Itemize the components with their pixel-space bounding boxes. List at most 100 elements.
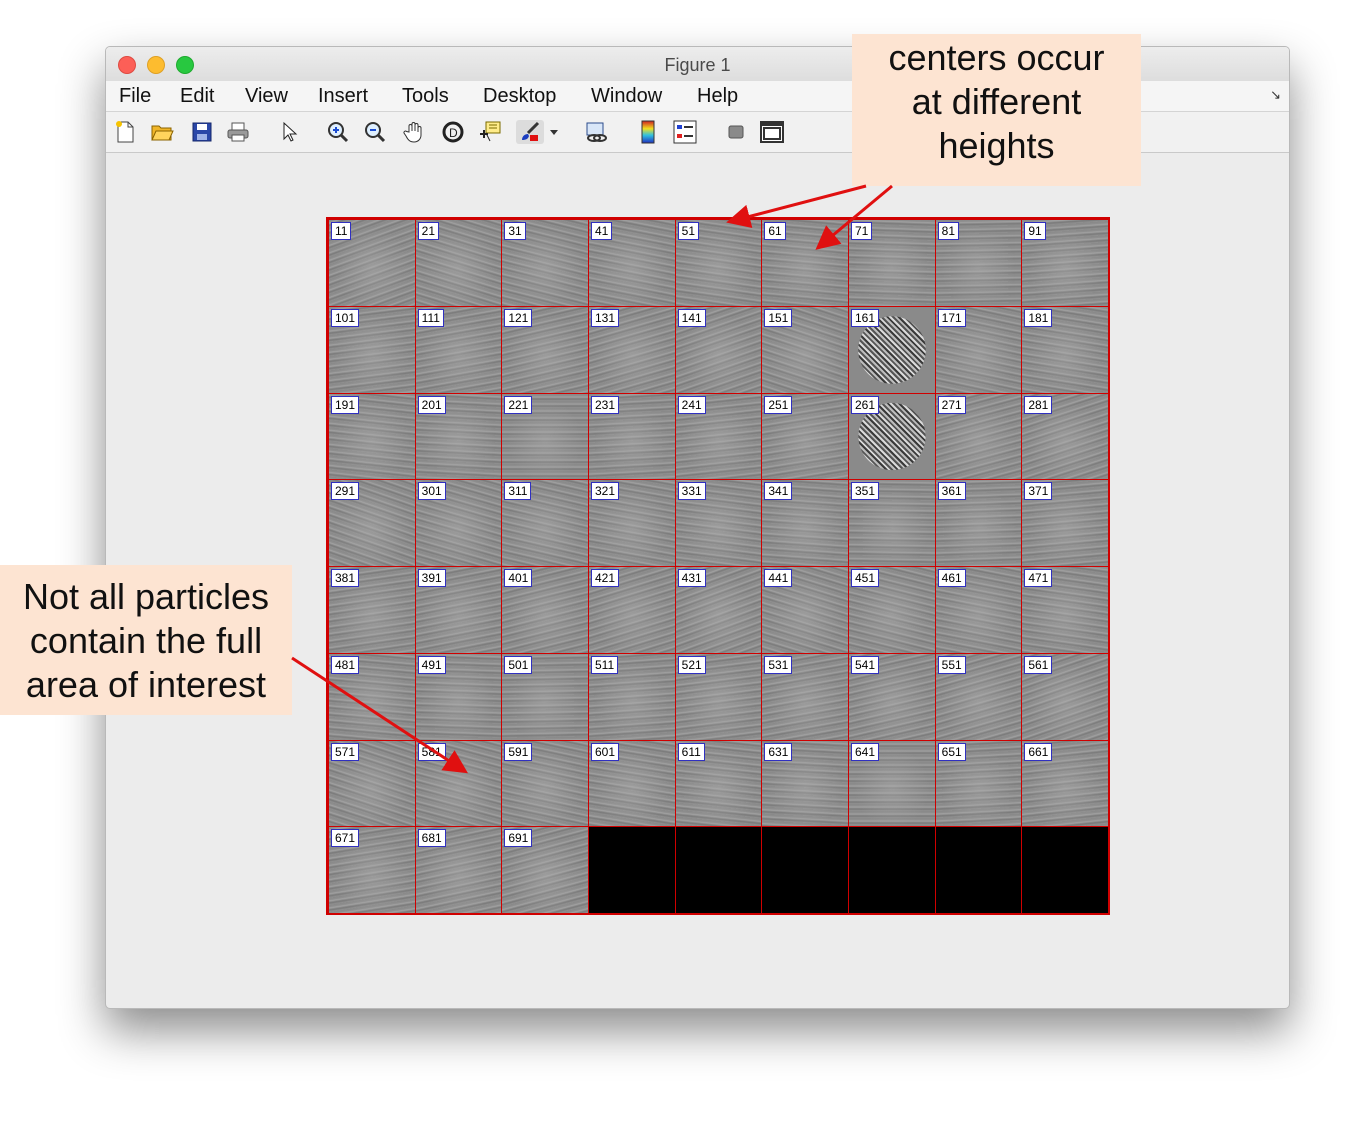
new-figure-icon[interactable]	[113, 120, 137, 144]
menu-file[interactable]: File	[119, 85, 151, 108]
particle-cell: 161	[848, 305, 936, 394]
particle-cell: 491	[414, 652, 503, 741]
particle-index-label: 631	[764, 742, 793, 761]
particle-index-label: 521	[677, 655, 706, 674]
particle-index-label: 31	[504, 222, 526, 240]
callout-line: heights	[938, 125, 1055, 166]
callout-line: at different	[911, 81, 1082, 122]
particle-index-label: 481	[331, 655, 360, 674]
particle-index-label: 551	[937, 655, 966, 674]
particle-index-label: 571	[331, 742, 360, 761]
edit-plot-arrow-icon[interactable]	[278, 120, 302, 144]
particle-cell: 21	[414, 219, 503, 307]
particle-index-label: 341	[764, 482, 793, 501]
menu-window[interactable]: Window	[591, 85, 662, 108]
particle-cell: 531	[761, 652, 849, 741]
particle-cell: 331	[674, 479, 763, 567]
particle-index-label: 391	[417, 569, 446, 587]
particle-index-label: 591	[504, 742, 533, 761]
callout-line: centers occur	[888, 37, 1105, 78]
particle-cell: 91	[1021, 219, 1109, 307]
particle-cell: 541	[848, 652, 936, 741]
particle-cell: 361	[934, 479, 1023, 567]
particle-cell: 111	[414, 305, 503, 394]
particle-index-label: 71	[851, 222, 873, 240]
menu-desktop[interactable]: Desktop	[483, 85, 556, 108]
particle-cell: 231	[588, 392, 676, 481]
particle-cell: 321	[588, 479, 676, 567]
particle-index-label: 81	[937, 222, 960, 240]
particle-cell: 391	[414, 566, 503, 654]
particle-cell: 251	[761, 392, 849, 481]
particle-index-label: 21	[417, 222, 440, 240]
particle-index-label: 671	[331, 829, 360, 848]
particle-cell: 421	[588, 566, 676, 654]
legend-icon[interactable]	[673, 120, 697, 144]
menu-tools[interactable]: Tools	[402, 85, 449, 108]
particle-cell: 71	[848, 219, 936, 307]
particle-index-label: 111	[417, 308, 444, 327]
particle-cell: 641	[848, 739, 936, 828]
brush-icon[interactable]	[516, 120, 544, 144]
particle-index-label: 691	[504, 829, 533, 848]
particle-cell: 151	[761, 305, 849, 394]
hide-plot-tools-icon[interactable]	[724, 120, 748, 144]
particle-index-label: 661	[1024, 742, 1053, 761]
particle-index-label: 261	[851, 395, 880, 414]
zoom-in-icon[interactable]	[326, 120, 350, 144]
particle-cell: 431	[674, 566, 763, 654]
menu-insert[interactable]: Insert	[318, 85, 368, 108]
particle-index-label: 311	[504, 482, 532, 501]
particle-index-label: 41	[591, 222, 613, 240]
particle-cell: 451	[848, 566, 936, 654]
particle-index-label: 221	[504, 395, 533, 414]
particle-index-label: 91	[1024, 222, 1046, 240]
particle-index-label: 471	[1024, 569, 1053, 587]
open-file-icon[interactable]	[150, 120, 174, 144]
particle-index-label: 251	[764, 395, 793, 414]
particle-montage-grid: 11 21 31 41 51 61 71 81 91 101 111 121 131 141 151 161 1…	[326, 217, 1110, 915]
particle-cell: 471	[1021, 566, 1109, 654]
colorbar-icon[interactable]	[636, 120, 660, 144]
particle-index-label: 131	[591, 308, 620, 327]
particle-cell: 371	[1021, 479, 1109, 567]
rotate-3d-icon[interactable]: D	[441, 120, 465, 144]
show-plot-tools-icon[interactable]	[760, 120, 784, 144]
save-icon[interactable]	[190, 120, 214, 144]
particle-index-label: 371	[1024, 482, 1053, 501]
callout-line: Not all particles	[22, 576, 270, 617]
print-icon[interactable]	[226, 120, 250, 144]
zoom-out-icon[interactable]	[363, 120, 387, 144]
particle-cell: 661	[1021, 739, 1109, 828]
particle-index-label: 51	[677, 222, 700, 240]
particle-index-label: 541	[851, 655, 880, 674]
particle-index-label: 191	[331, 395, 360, 414]
particle-cell: 171	[934, 305, 1023, 394]
particle-cell: 281	[1021, 392, 1109, 481]
particle-index-label: 681	[417, 829, 446, 848]
particle-cell: 241	[674, 392, 763, 481]
particle-index-label: 301	[417, 482, 446, 501]
pan-hand-icon[interactable]	[403, 120, 427, 144]
menu-edit[interactable]: Edit	[180, 85, 214, 108]
menu-help[interactable]: Help	[697, 85, 738, 108]
link-plot-icon[interactable]	[584, 120, 608, 144]
particle-index-label: 161	[851, 308, 880, 327]
particle-cell: 591	[501, 739, 589, 828]
svg-text:D: D	[449, 126, 458, 140]
particle-index-label: 561	[1024, 655, 1053, 674]
particle-cell: 141	[674, 305, 763, 394]
particle-cell: 681	[414, 826, 503, 914]
particle-cell: 561	[1021, 652, 1109, 741]
particle-cell: 11	[328, 219, 416, 307]
particle-index-label: 231	[591, 395, 620, 414]
menu-view[interactable]: View	[245, 85, 288, 108]
empty-cell	[1021, 826, 1109, 914]
particle-index-label: 201	[417, 395, 446, 414]
brush-dropdown-icon[interactable]	[546, 120, 562, 144]
particle-index-label: 641	[851, 742, 880, 761]
data-cursor-icon[interactable]	[478, 120, 502, 144]
particle-cell: 381	[328, 566, 416, 654]
empty-cell	[588, 826, 676, 914]
dock-arrow-icon[interactable]: ↘	[1270, 87, 1281, 103]
